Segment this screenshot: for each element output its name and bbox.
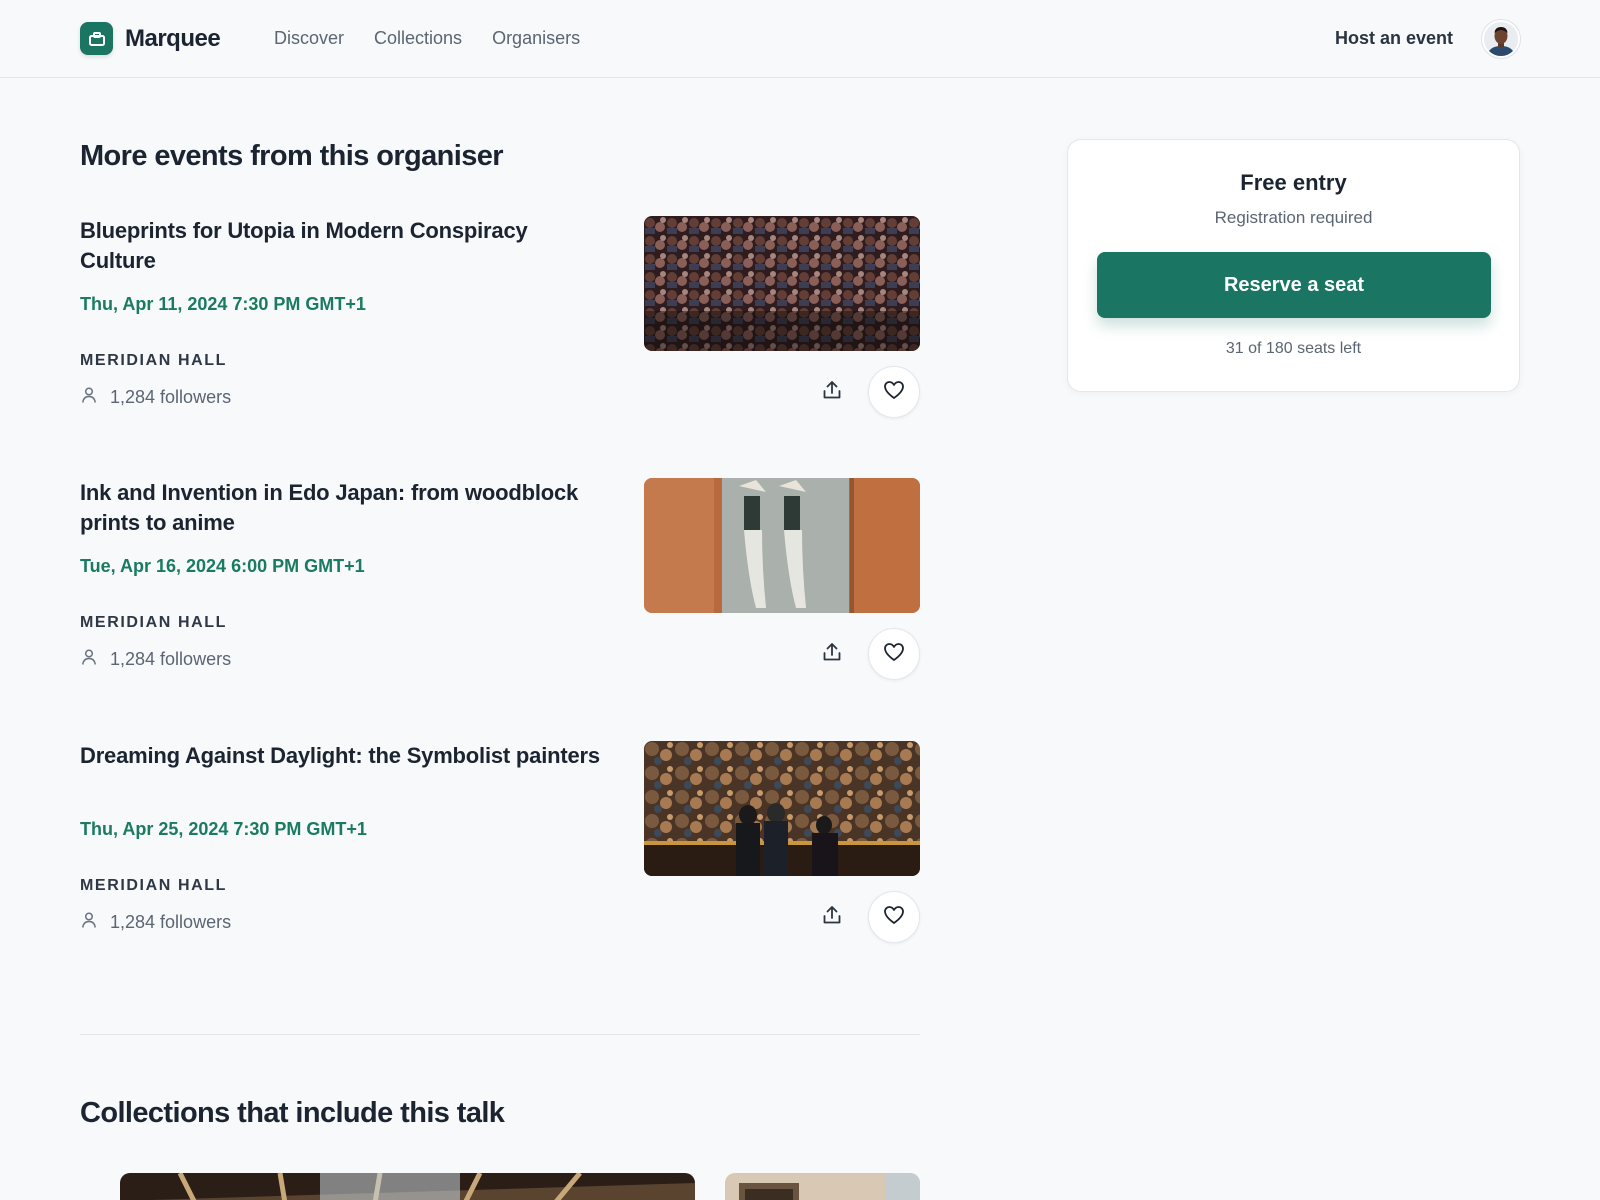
event-date: Thu, Apr 11, 2024 7:30 PM GMT+1: [80, 294, 366, 314]
event-card: Ink and Invention in Edo Japan: from woo…: [80, 478, 920, 683]
event-organiser[interactable]: MERIDIAN HALL: [80, 614, 227, 632]
user-icon: [80, 648, 98, 671]
followers-count: 1,284 followers: [110, 387, 232, 407]
nav-organisers[interactable]: Organisers: [492, 28, 580, 49]
share-icon: [821, 641, 843, 668]
followers-count: 1,284 followers: [110, 912, 232, 932]
avatar[interactable]: [1482, 20, 1520, 58]
event-card: Dreaming Against Daylight: the Symbolist…: [80, 741, 920, 946]
heart-icon: [883, 905, 905, 930]
event-organiser[interactable]: MERIDIAN HALL: [80, 877, 227, 895]
user-icon: [80, 386, 98, 409]
share-icon: [821, 904, 843, 931]
nav-collections[interactable]: Collections: [374, 28, 462, 49]
event-followers: 1,284 followers: [80, 648, 231, 671]
share-button[interactable]: [818, 640, 846, 668]
event-followers: 1,284 followers: [80, 911, 231, 934]
user-icon: [80, 911, 98, 934]
favorite-button[interactable]: [868, 366, 920, 418]
followers-count: 1,284 followers: [110, 649, 232, 669]
event-image[interactable]: [644, 216, 920, 351]
section-title-more-events: More events from this organiser: [80, 140, 504, 172]
event-followers: 1,284 followers: [80, 386, 231, 409]
event-image[interactable]: [644, 741, 920, 876]
reserve-seat-button[interactable]: Reserve a seat: [1097, 252, 1491, 318]
share-button[interactable]: [818, 378, 846, 406]
collection-card[interactable]: [120, 1173, 695, 1200]
section-divider: [80, 1034, 920, 1035]
event-card: Blueprints for Utopia in Modern Conspira…: [80, 216, 920, 421]
top-navigation: Marquee Discover Collections Organisers …: [0, 0, 1600, 78]
collection-card[interactable]: [725, 1173, 920, 1200]
event-organiser[interactable]: MERIDIAN HALL: [80, 352, 227, 370]
seats-remaining: 31 of 180 seats left: [1225, 340, 1362, 357]
favorite-button[interactable]: [868, 628, 920, 680]
host-event-link[interactable]: Host an event: [1335, 28, 1453, 49]
brand-logo[interactable]: Marquee: [80, 22, 221, 55]
share-button[interactable]: [818, 903, 846, 931]
brand-name: Marquee: [125, 24, 221, 52]
main-nav: Discover Collections Organisers: [274, 28, 580, 49]
section-title-collections: Collections that include this talk: [80, 1097, 505, 1129]
event-title[interactable]: Dreaming Against Daylight: the Symbolist…: [80, 741, 600, 771]
ticket-card: Free entry Registration required Reserve…: [1067, 139, 1520, 392]
calendar-icon: [80, 22, 113, 55]
share-icon: [821, 379, 843, 406]
event-title[interactable]: Blueprints for Utopia in Modern Conspira…: [80, 216, 600, 276]
ticket-note: Registration required: [1214, 208, 1373, 227]
heart-icon: [883, 642, 905, 667]
event-title[interactable]: Ink and Invention in Edo Japan: from woo…: [80, 478, 600, 538]
nav-discover[interactable]: Discover: [274, 28, 344, 49]
ticket-price: Free entry: [1240, 170, 1347, 195]
heart-icon: [883, 380, 905, 405]
favorite-button[interactable]: [868, 891, 920, 943]
event-date: Thu, Apr 25, 2024 7:30 PM GMT+1: [80, 819, 367, 839]
event-image[interactable]: [644, 478, 920, 613]
event-date: Tue, Apr 16, 2024 6:00 PM GMT+1: [80, 556, 365, 576]
